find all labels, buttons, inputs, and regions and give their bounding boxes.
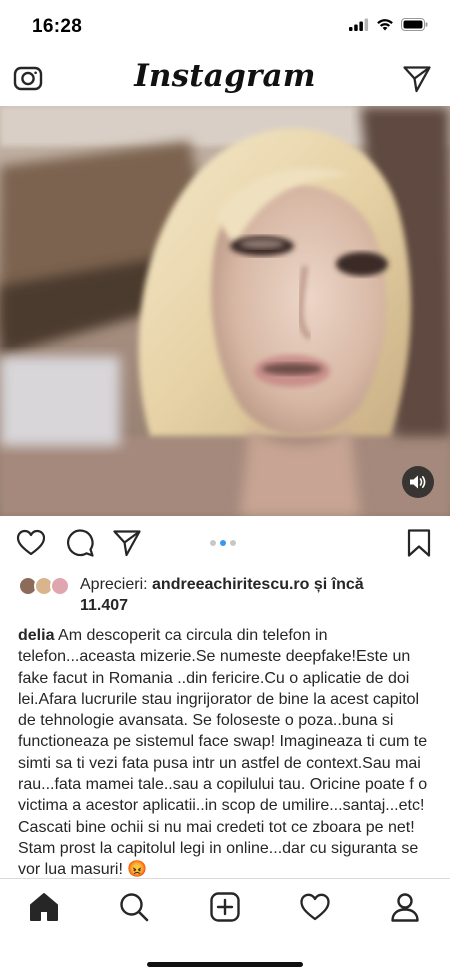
- battery-icon: [401, 18, 428, 31]
- home-indicator[interactable]: [147, 962, 303, 967]
- liker-avatars[interactable]: [18, 576, 74, 598]
- profile-icon: [391, 893, 419, 922]
- speaker-icon: [410, 475, 426, 489]
- avatar: [50, 576, 70, 596]
- tab-activity[interactable]: [299, 891, 331, 923]
- share-button[interactable]: [112, 528, 142, 558]
- paper-plane-icon: [113, 530, 141, 557]
- cellular-signal-icon: [349, 18, 369, 31]
- tab-new-post[interactable]: [209, 891, 241, 923]
- carousel-dot-active: [220, 540, 226, 546]
- activity-icon: [300, 893, 330, 921]
- bookmark-icon: [407, 529, 431, 557]
- instagram-logo: Instagram: [134, 58, 316, 94]
- caption-text: Am descoperit ca circula din telefon in …: [18, 627, 428, 879]
- wifi-icon: [377, 19, 393, 31]
- likes-section: Aprecieri: andreeachiritescu.ro și încă …: [18, 574, 438, 618]
- likes-count[interactable]: 11.407: [80, 595, 128, 616]
- status-bar: 16:28: [0, 0, 450, 50]
- direct-message-icon: [403, 66, 431, 93]
- heart-icon: [16, 529, 46, 556]
- comment-button[interactable]: [65, 528, 95, 558]
- save-button[interactable]: [404, 528, 434, 558]
- carousel-dot: [210, 540, 216, 546]
- search-icon: [120, 893, 149, 922]
- likes-prefix: Aprecieri:: [80, 576, 153, 593]
- status-icons: [349, 18, 428, 31]
- post-video-frame: [0, 106, 450, 516]
- carousel-indicator: [210, 540, 236, 546]
- liker-username[interactable]: andreeachiritescu.ro: [152, 576, 309, 593]
- post-action-bar: [0, 522, 450, 566]
- likes-suffix: și încă: [309, 576, 364, 593]
- post-caption: delia Am descoperit ca circula din telef…: [18, 625, 436, 881]
- tab-search[interactable]: [118, 891, 150, 923]
- new-post-icon: [210, 892, 240, 922]
- bottom-tab-bar: [0, 878, 450, 975]
- sound-toggle-button[interactable]: [402, 466, 434, 498]
- post-media[interactable]: [0, 106, 450, 516]
- comment-icon: [67, 529, 94, 557]
- tab-profile[interactable]: [389, 891, 421, 923]
- carousel-dot: [230, 540, 236, 546]
- app-header: Instagram: [0, 50, 450, 106]
- likes-text: Aprecieri: andreeachiritescu.ro și încă: [80, 574, 364, 595]
- tab-home[interactable]: [28, 891, 60, 923]
- caption-username[interactable]: delia: [18, 627, 54, 644]
- home-icon: [30, 893, 58, 921]
- like-button[interactable]: [16, 528, 46, 558]
- direct-message-button[interactable]: [402, 64, 432, 94]
- caption-emoji: 😡: [127, 861, 148, 879]
- status-time: 16:28: [32, 16, 83, 37]
